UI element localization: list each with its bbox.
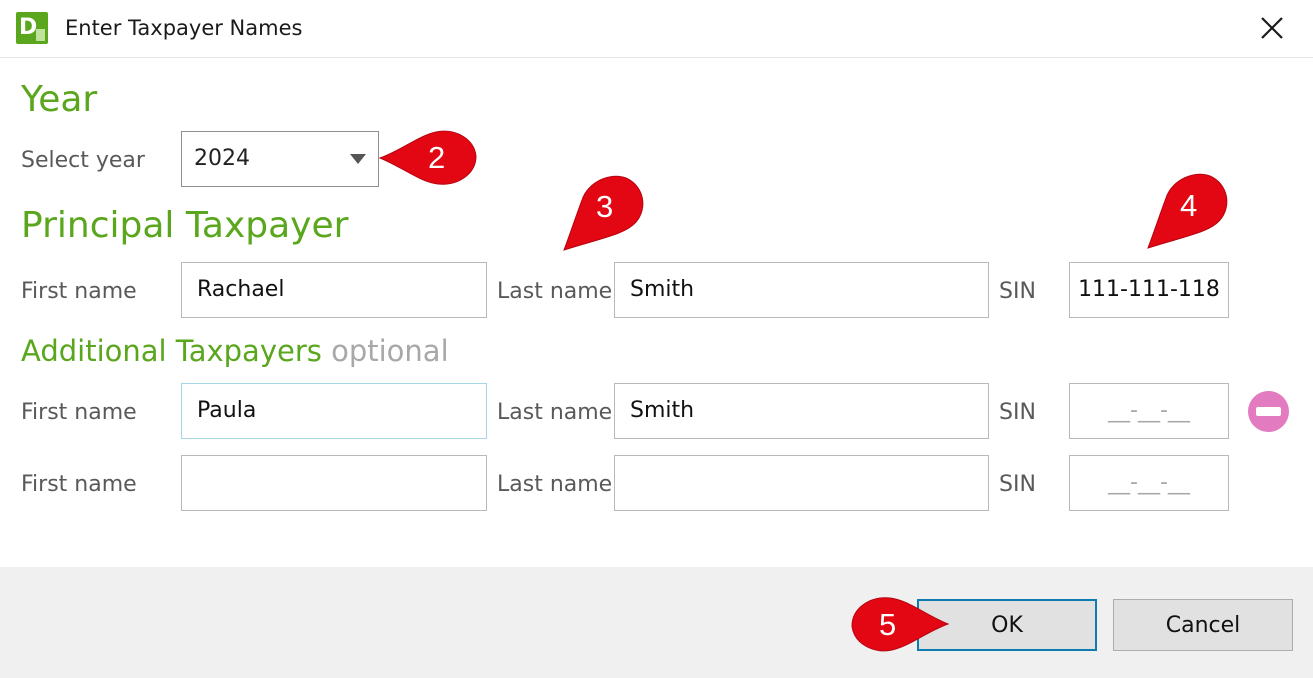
callout-number-2: 2 [428,140,446,175]
additional-sin-input-2[interactable]: __-__-__ [1069,455,1229,511]
additional-taxpayers-heading: Additional Taxpayers optional [21,337,449,366]
principal-taxpayer-heading: Principal Taxpayer [21,205,349,246]
additional-last-name-input[interactable]: Smith [614,383,989,439]
callout-number-5: 5 [879,607,897,642]
additional-first-name-input[interactable]: Paula [181,383,487,439]
year-dropdown[interactable]: 2024 [181,131,379,187]
cancel-button[interactable]: Cancel [1113,599,1293,651]
sin-label: SIN [999,279,1036,304]
window-title: Enter Taxpayer Names [65,16,303,40]
additional-sin-input[interactable]: __-__-__ [1069,383,1229,439]
select-year-label: Select year [21,148,145,173]
last-name-label: Last name [497,400,613,425]
additional-last-name-input-2[interactable] [614,455,989,511]
app-icon: D [16,12,48,44]
dropdown-arrow-icon [350,154,366,164]
last-name-label: Last name [497,472,613,497]
close-button[interactable] [1252,8,1292,48]
title-bar: D Enter Taxpayer Names [0,0,1313,58]
sin-label: SIN [999,400,1036,425]
principal-last-name-input[interactable]: Smith [614,262,989,318]
year-dropdown-value: 2024 [194,146,250,171]
first-name-label: First name [21,472,137,497]
principal-sin-input[interactable]: 111-111-118 [1069,262,1229,318]
principal-first-name-input[interactable]: Rachael [181,262,487,318]
sin-label: SIN [999,472,1036,497]
callout-number-3: 3 [596,189,614,224]
first-name-label: First name [21,279,137,304]
first-name-label: First name [21,400,137,425]
close-icon [1261,17,1283,39]
remove-taxpayer-button[interactable] [1248,391,1289,432]
callout-number-4: 4 [1180,188,1198,223]
additional-taxpayers-title: Additional Taxpayers [21,334,322,368]
optional-note: optional [331,334,449,368]
callout-marker-5 [851,597,950,652]
year-heading: Year [21,79,98,120]
remove-circle-icon [1256,407,1281,416]
additional-first-name-input-2[interactable] [181,455,487,511]
last-name-label: Last name [497,279,613,304]
